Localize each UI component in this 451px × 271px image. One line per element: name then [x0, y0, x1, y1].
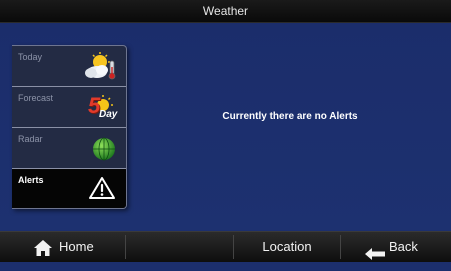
forecast-badge-text: Day — [99, 109, 118, 120]
tab-today[interactable]: Today — [12, 46, 126, 87]
sidebar: Today Forecast 5 Day Radar Alerts — [12, 45, 127, 209]
divider — [125, 235, 126, 259]
tab-radar-label: Radar — [18, 134, 43, 144]
five-day-forecast-icon: 5 Day — [84, 93, 118, 123]
tab-forecast[interactable]: Forecast 5 Day — [12, 87, 126, 128]
title-bar: Weather — [0, 0, 451, 23]
location-label: Location — [262, 239, 312, 254]
tab-radar[interactable]: Radar — [12, 128, 126, 169]
location-button[interactable]: Location — [234, 232, 340, 262]
no-alerts-message: Currently there are no Alerts — [222, 111, 358, 122]
tab-alerts[interactable]: Alerts — [12, 169, 126, 208]
home-icon — [33, 238, 53, 268]
home-button[interactable]: Home — [0, 232, 124, 262]
tab-today-label: Today — [18, 52, 43, 62]
tab-alerts-label: Alerts — [18, 175, 44, 185]
page-title: Weather — [202, 4, 249, 18]
back-arrow-icon — [365, 241, 385, 271]
back-button[interactable]: Back — [341, 232, 451, 262]
back-label: Back — [389, 239, 418, 254]
home-label: Home — [59, 239, 94, 254]
alert-warning-icon — [88, 176, 116, 205]
tab-forecast-label: Forecast — [18, 93, 54, 103]
bottom-bar: Home Location Back — [0, 231, 451, 262]
radar-globe-icon — [91, 136, 117, 167]
partly-cloudy-thermometer-icon — [84, 51, 118, 86]
